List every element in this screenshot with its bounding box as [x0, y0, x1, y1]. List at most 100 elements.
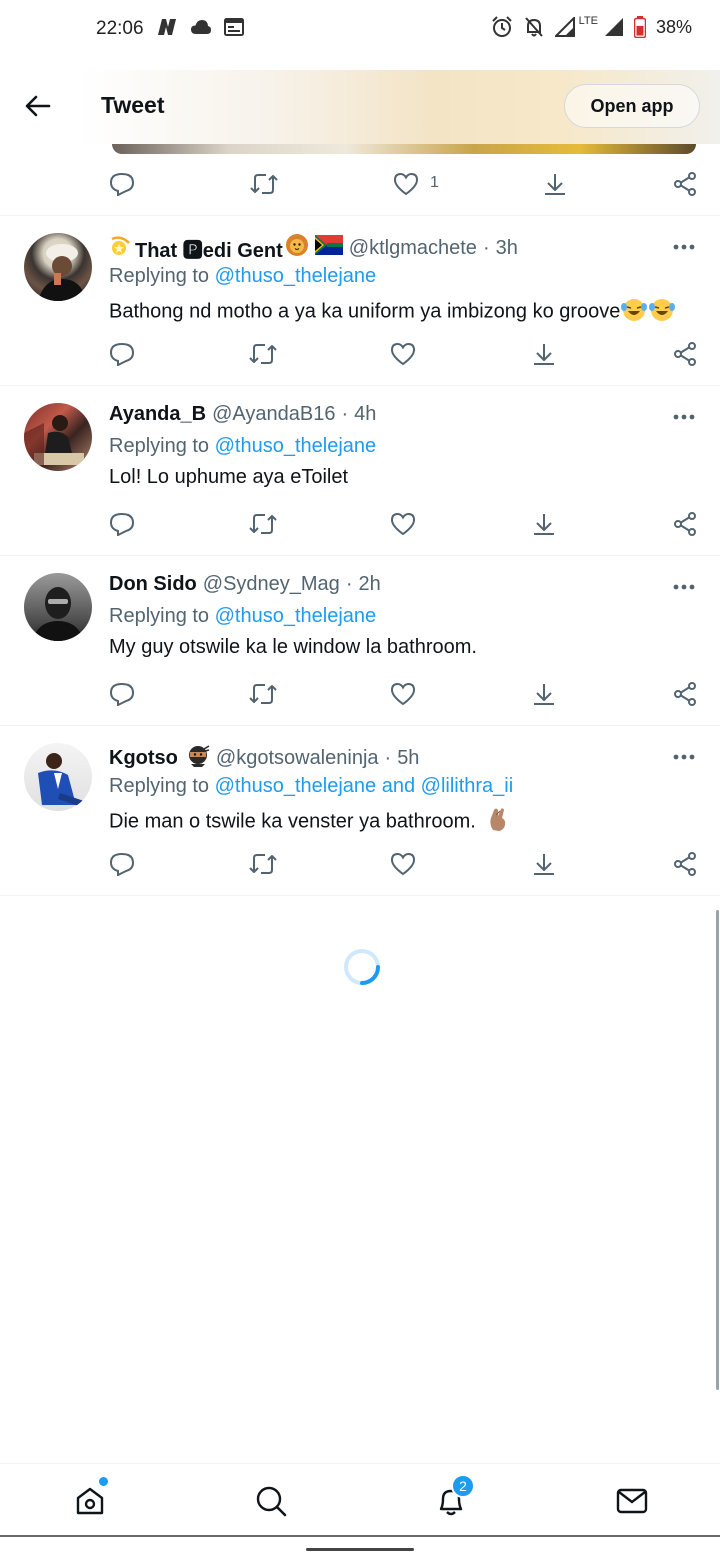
author-handle[interactable]: @AyandaB16 [212, 403, 335, 426]
reply-button[interactable] [102, 844, 142, 884]
share-button[interactable] [665, 164, 705, 204]
author-handle[interactable]: @Sydney_Mag [203, 573, 340, 596]
tweet-header: Kgotso @kgotsowaleninja · 5h [109, 743, 419, 773]
retweet-icon [249, 344, 277, 364]
more-options-button[interactable] [664, 742, 704, 772]
tweet-time[interactable]: 2h [358, 573, 380, 596]
nav-messages[interactable] [609, 1478, 655, 1524]
reply-mention-link[interactable]: @thuso_thelejane and @lilithra_ii [215, 775, 514, 797]
author-name[interactable]: Kgotso [109, 747, 178, 770]
open-app-button[interactable]: Open app [564, 84, 700, 128]
tweet-time[interactable]: 5h [397, 747, 419, 770]
retweet-icon [250, 174, 278, 194]
tweet-time[interactable]: 3h [496, 237, 518, 260]
replying-to: Replying to @thuso_thelejane [109, 605, 376, 628]
retweet-button[interactable] [243, 334, 283, 374]
separator-dot: · [384, 746, 392, 769]
tweet-actions [0, 674, 720, 714]
download-icon [534, 854, 554, 875]
nav-search[interactable] [248, 1478, 294, 1524]
replying-to: Replying to @thuso_thelejane and @lilith… [109, 775, 513, 798]
scrollbar[interactable] [716, 910, 719, 1390]
download-button[interactable] [524, 504, 564, 544]
loading-spinner [344, 949, 380, 985]
share-button[interactable] [665, 674, 705, 714]
laughing-crying-emoji [620, 296, 648, 328]
home-icon [76, 1487, 104, 1515]
lte-label: LTE [578, 15, 598, 27]
gesture-bar[interactable] [306, 1548, 414, 1551]
like-button[interactable] [383, 674, 423, 714]
download-button[interactable] [535, 164, 575, 204]
lion-emoji [285, 233, 309, 263]
reply-button[interactable] [102, 334, 142, 374]
retweet-icon [249, 854, 277, 874]
replying-to-label: Replying to [109, 265, 210, 287]
like-count: 1 [430, 174, 439, 191]
reply-tweet[interactable]: Kgotso @kgotsowaleninja · 5h Replying to… [0, 725, 720, 895]
share-button[interactable] [665, 504, 705, 544]
retweet-button[interactable] [243, 674, 283, 714]
like-button[interactable] [383, 844, 423, 884]
mute-icon [524, 17, 543, 37]
heart-icon [390, 512, 416, 536]
avatar[interactable] [24, 403, 92, 471]
like-button[interactable] [383, 334, 423, 374]
status-time: 22:06 [96, 18, 144, 39]
replying-to: Replying to @thuso_thelejane [109, 265, 376, 288]
separator-dot: · [345, 573, 353, 595]
retweet-button[interactable] [243, 844, 283, 884]
reply-mention-link[interactable]: @thuso_thelejane [215, 435, 377, 457]
replying-to: Replying to @thuso_thelejane [109, 435, 376, 458]
share-icon [674, 512, 696, 536]
reply-mention-link[interactable]: @thuso_thelejane [215, 605, 377, 627]
back-button[interactable] [20, 88, 56, 124]
tweet-time[interactable]: 4h [354, 403, 376, 426]
signal-icon-2 [604, 18, 623, 36]
download-button[interactable] [524, 674, 564, 714]
more-options-button[interactable] [664, 402, 704, 432]
reply-tweet[interactable]: Ayanda_B @AyandaB16 · 4h Replying to @th… [0, 385, 720, 555]
retweet-button[interactable] [243, 504, 283, 544]
retweet-icon [249, 684, 277, 704]
heart-icon [390, 682, 416, 706]
ninja-emoji [186, 743, 210, 773]
download-button[interactable] [524, 844, 564, 884]
author-handle[interactable]: @ktlgmachete [349, 237, 477, 260]
avatar[interactable] [24, 743, 92, 811]
download-button[interactable] [524, 334, 564, 374]
replying-to-label: Replying to [109, 605, 210, 627]
reply-button[interactable] [102, 504, 142, 544]
retweet-button[interactable] [244, 164, 284, 204]
avatar[interactable] [24, 573, 92, 641]
download-icon [534, 684, 554, 705]
author-name[interactable]: Ayanda_B [109, 403, 206, 426]
tweet-text: My guy otswile ka le window la bathroom. [109, 636, 477, 658]
reply-button[interactable] [102, 674, 142, 714]
reply-tweet[interactable]: Don Sido @Sydney_Mag · 2h Replying to @t… [0, 555, 720, 725]
tweet-header: That 🅿edi Gent @ktlgmachete · 3h [109, 233, 518, 263]
more-options-button[interactable] [664, 232, 704, 262]
share-button[interactable] [665, 844, 705, 884]
tweet-media-preview[interactable] [112, 144, 696, 154]
download-icon [534, 514, 554, 535]
reply-mention-link[interactable]: @thuso_thelejane [215, 265, 377, 287]
share-icon [674, 852, 696, 876]
heart-icon [390, 852, 416, 876]
tweet-actions [0, 334, 720, 374]
tweet-text-content: Bathong nd motho a ya ka uniform ya imbi… [109, 300, 621, 323]
like-button[interactable] [383, 504, 423, 544]
share-button[interactable] [665, 334, 705, 374]
author-handle[interactable]: @kgotsowaleninja [216, 747, 379, 770]
more-icon [673, 754, 695, 760]
more-icon [673, 414, 695, 420]
reply-tweet[interactable]: That 🅿edi Gent @ktlgmachete · 3h Replyin… [0, 215, 720, 385]
divider [0, 895, 720, 896]
more-options-button[interactable] [664, 572, 704, 602]
like-button[interactable] [386, 164, 426, 204]
notification-badge: 2 [451, 1474, 475, 1498]
avatar[interactable] [24, 233, 92, 301]
author-name[interactable]: That 🅿edi Gent [135, 234, 283, 263]
reply-button[interactable] [102, 164, 142, 204]
author-name[interactable]: Don Sido [109, 573, 197, 596]
